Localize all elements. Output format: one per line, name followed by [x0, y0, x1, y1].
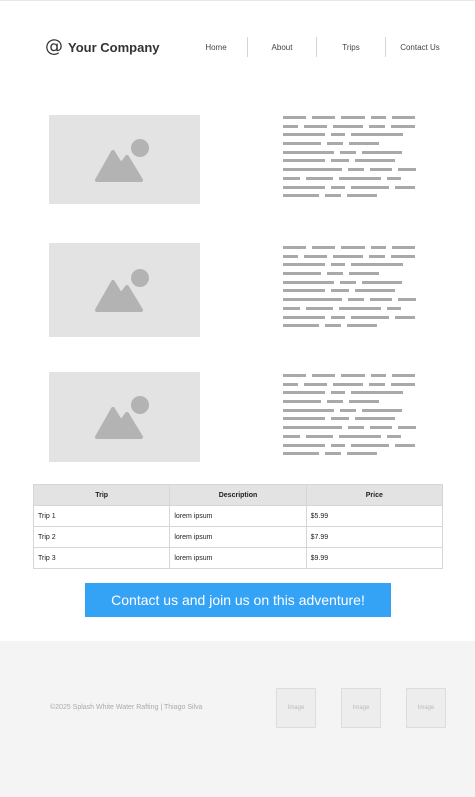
image-placeholder-icon	[94, 138, 149, 182]
image-placeholder-icon	[94, 269, 149, 312]
site-footer: ©2025 Splash White Water Rafting | Thiag…	[0, 641, 475, 797]
trip-description-cell: lorem ipsum	[169, 547, 307, 569]
table-row: Trip 2 lorem ipsum $7.99	[32, 526, 444, 548]
nav-home-link[interactable]: Home	[185, 43, 247, 52]
text-placeholder	[283, 246, 428, 333]
trip-name-cell: Trip 3	[32, 547, 171, 569]
logo[interactable]: @ Your Company	[45, 37, 160, 57]
nav-about-link[interactable]: About	[248, 43, 316, 52]
trip-name-cell: Trip 1	[32, 505, 171, 527]
trip-name-cell: Trip 2	[32, 526, 171, 548]
nav-contact-link[interactable]: Contact Us	[386, 43, 454, 52]
top-border	[0, 0, 475, 1]
column-header-price: Price	[305, 484, 444, 506]
image-placeholder	[49, 243, 200, 337]
table-row: Trip 1 lorem ipsum $5.99	[32, 505, 444, 527]
column-header-description: Description	[169, 484, 307, 506]
trip-price-cell: $9.99	[305, 547, 444, 569]
trip-price-cell: $7.99	[305, 526, 444, 548]
contact-cta-button[interactable]: Contact us and join us on this adventure…	[85, 583, 391, 617]
image-placeholder	[49, 372, 200, 462]
image-placeholder-icon	[94, 396, 149, 439]
footer-image: Image	[406, 688, 446, 728]
trips-table: Trip Description Price Trip 1 lorem ipsu…	[32, 484, 444, 569]
trip-description-cell: lorem ipsum	[169, 526, 307, 548]
column-header-trip: Trip	[32, 484, 171, 506]
footer-image: Image	[341, 688, 381, 728]
table-header-row: Trip Description Price	[32, 484, 444, 506]
main-nav: Home About Trips Contact Us	[185, 36, 454, 58]
nav-trips-link[interactable]: Trips	[317, 43, 385, 52]
text-placeholder	[283, 116, 428, 203]
table-row: Trip 3 lorem ipsum $9.99	[32, 547, 444, 569]
footer-image: Image	[276, 688, 316, 728]
at-sign-icon: @	[45, 36, 63, 57]
site-header: @ Your Company Home About Trips Contact …	[0, 34, 475, 60]
image-placeholder	[49, 115, 200, 204]
text-placeholder	[283, 374, 428, 461]
copyright-text: ©2025 Splash White Water Rafting | Thiag…	[50, 704, 203, 711]
company-name: Your Company	[68, 39, 160, 55]
trip-price-cell: $5.99	[305, 505, 444, 527]
trip-description-cell: lorem ipsum	[169, 505, 307, 527]
